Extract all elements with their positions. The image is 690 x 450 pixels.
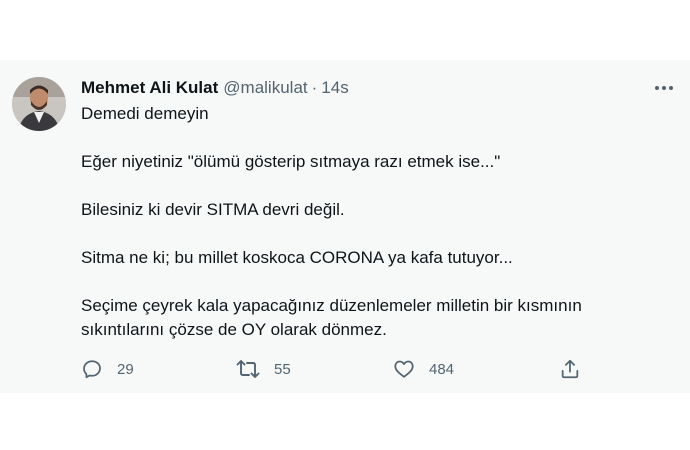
tweet-paragraph: Demedi demeyin: [81, 104, 209, 123]
reply-button[interactable]: 29: [81, 356, 134, 382]
tweet-timestamp[interactable]: 14s: [321, 78, 348, 98]
avatar[interactable]: [12, 77, 66, 131]
share-icon: [561, 359, 579, 379]
avatar-photo: [12, 77, 66, 131]
retweet-icon: [236, 360, 260, 378]
tweet-card[interactable]: Mehmet Ali Kulat @malikulat · 14s Demedi…: [0, 60, 690, 393]
reply-icon: [83, 360, 101, 379]
like-button[interactable]: 484: [393, 356, 454, 382]
tweet-paragraph: Seçime çeyrek kala yapacağınız düzenleme…: [81, 296, 582, 339]
tweet-text: Demedi demeyin Eğer niyetiniz "ölümü gös…: [81, 102, 661, 342]
more-icon: [655, 86, 673, 90]
tweet-actions: 29 55 484: [81, 356, 581, 382]
tweet-header: Mehmet Ali Kulat @malikulat · 14s: [81, 77, 349, 99]
author-handle[interactable]: @malikulat: [223, 78, 307, 98]
retweet-count: 55: [274, 360, 291, 378]
separator-dot: ·: [311, 78, 318, 97]
tweet-paragraph: Eğer niyetiniz "ölümü gösterip sıtmaya r…: [81, 152, 501, 171]
retweet-button[interactable]: 55: [236, 356, 291, 382]
heart-icon: [394, 360, 414, 378]
tweet-paragraph: Bilesiniz ki devir SITMA devri değil.: [81, 200, 345, 219]
reply-count: 29: [117, 360, 134, 378]
share-button[interactable]: [559, 356, 581, 382]
tweet-paragraph: Sitma ne ki; bu millet koskoca CORONA ya…: [81, 248, 513, 267]
like-count: 484: [429, 360, 455, 378]
more-options-button[interactable]: [652, 76, 676, 100]
author-display-name[interactable]: Mehmet Ali Kulat: [81, 78, 218, 98]
